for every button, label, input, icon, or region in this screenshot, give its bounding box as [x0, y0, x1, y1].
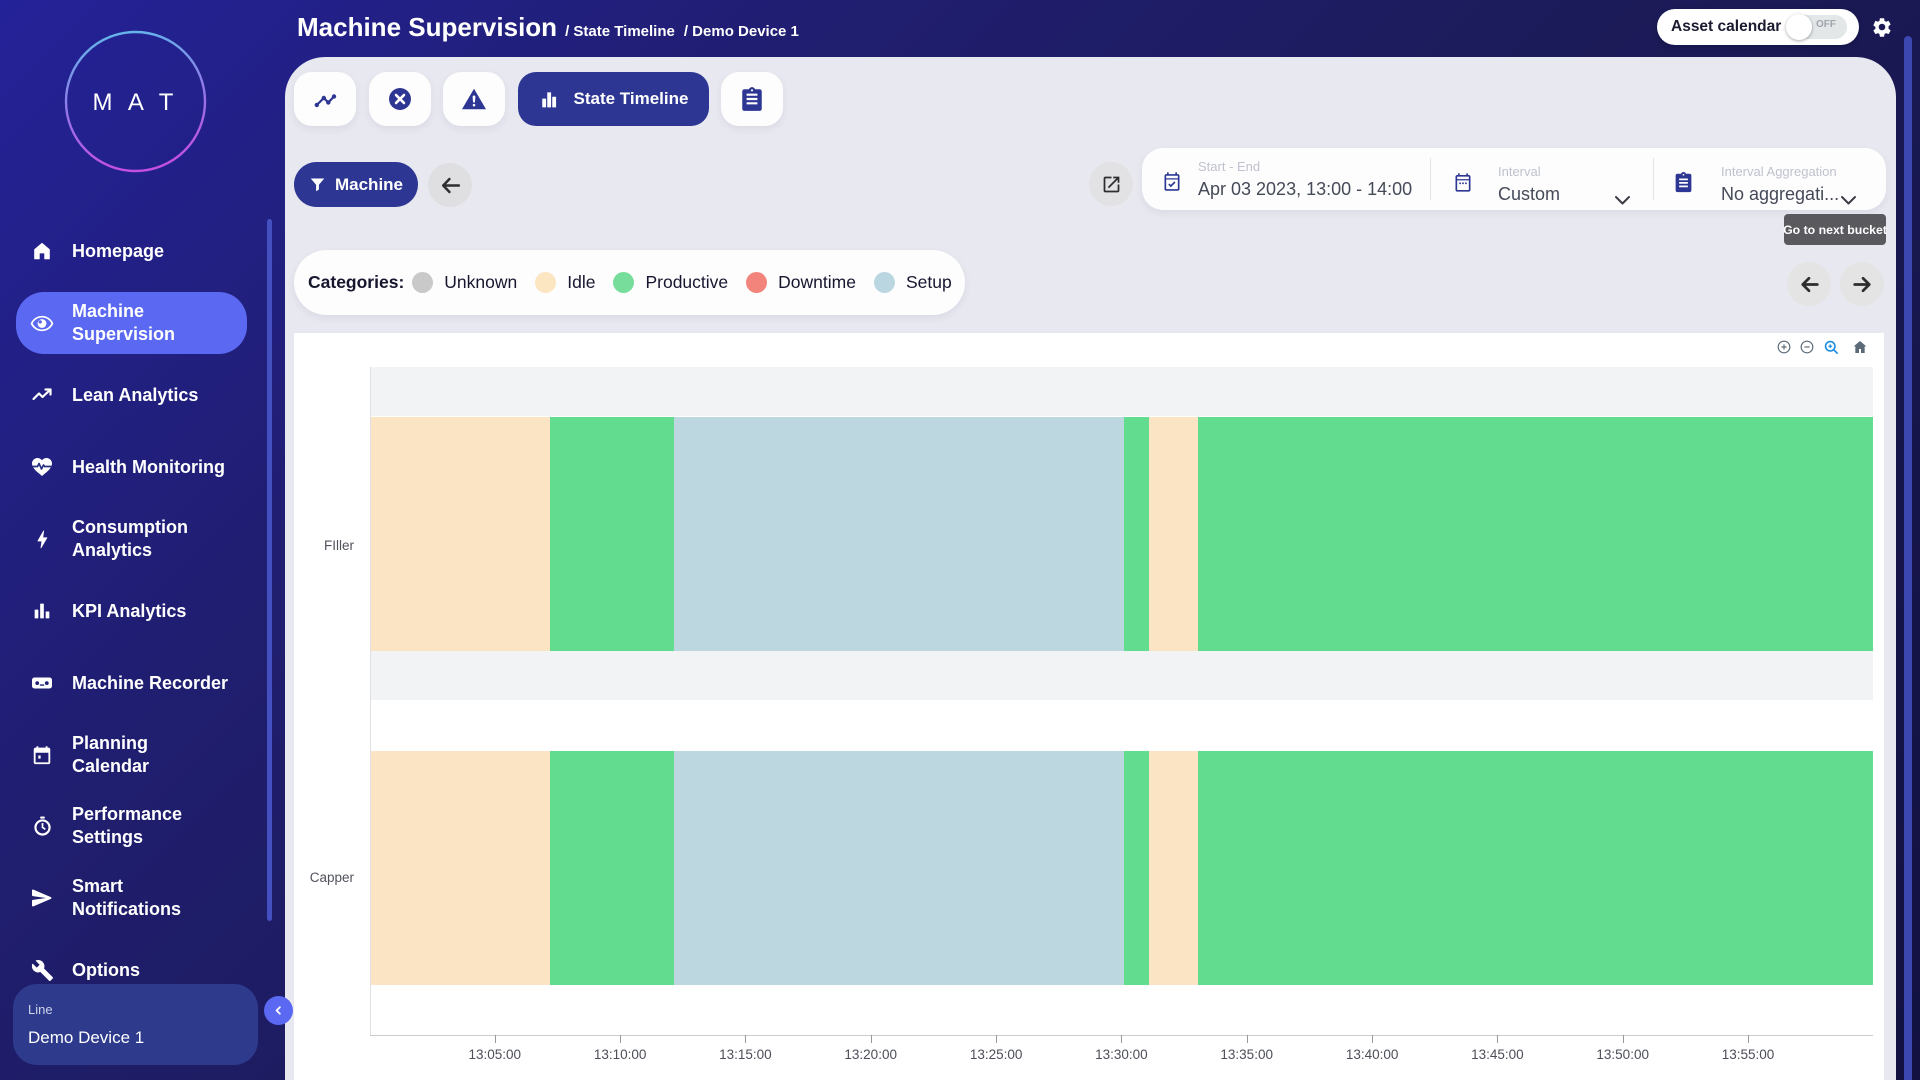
svg-text:M A T: M A T [93, 89, 179, 116]
